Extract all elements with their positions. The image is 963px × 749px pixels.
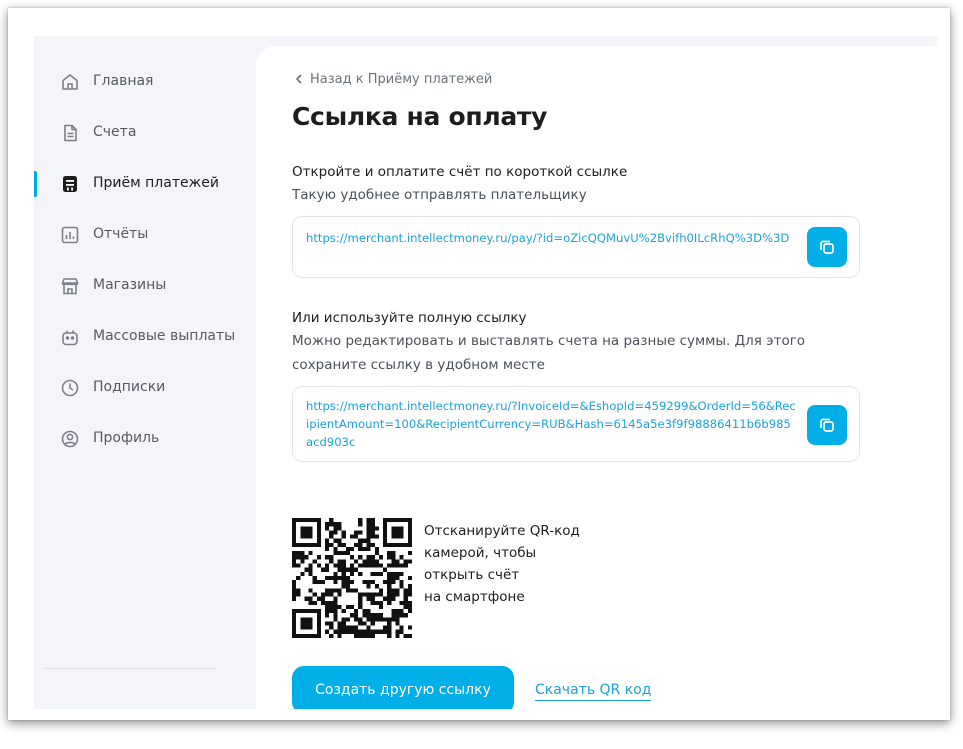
full-link-description: Можно редактировать и выставлять счета н… [292, 333, 806, 373]
chart-icon [61, 226, 79, 244]
chevron-left-icon [296, 74, 302, 84]
qr-caption: Отсканируйте QR-код камерой, чтобы откры… [424, 520, 580, 608]
profile-icon [61, 430, 79, 448]
sidebar-item-payments[interactable]: Приём платежей [34, 169, 256, 199]
sidebar-item-label: Подписки [93, 379, 166, 395]
full-link-title: Или используйте полную ссылку [292, 310, 527, 326]
sidebar-item-home[interactable]: Главная [34, 67, 256, 97]
sidebar-divider [44, 668, 216, 669]
back-link-label: Назад к Приёму платежей [310, 71, 493, 87]
screenshot-frame: Главная Счета Приём платежей Отчёты Мага… [8, 8, 950, 720]
sidebar-item-label: Приём платежей [93, 175, 219, 191]
main-content: Назад к Приёму платежей Ссылка на оплату… [256, 46, 937, 709]
sidebar-item-label: Массовые выплаты [93, 328, 236, 344]
qr-caption-line: камерой, чтобы [424, 545, 537, 561]
sidebar: Главная Счета Приём платежей Отчёты Мага… [34, 36, 256, 709]
store-icon [61, 278, 79, 295]
create-link-button[interactable]: Создать другую ссылку [292, 666, 514, 709]
sidebar-item-label: Главная [93, 73, 154, 89]
mass-payout-icon [62, 330, 78, 346]
copy-icon [820, 418, 834, 432]
sidebar-item-label: Профиль [93, 430, 160, 446]
sidebar-item-profile[interactable]: Профиль [34, 424, 256, 454]
short-link-url[interactable]: https://merchant.intellectmoney.ru/pay/?… [306, 229, 796, 247]
app-window: Главная Счета Приём платежей Отчёты Мага… [34, 36, 937, 709]
short-link-box: https://merchant.intellectmoney.ru/pay/?… [292, 216, 860, 278]
copy-icon [820, 240, 834, 254]
download-qr-link[interactable]: Скачать QR код [535, 682, 652, 701]
sidebar-item-invoices[interactable]: Счета [34, 118, 256, 148]
sidebar-item-label: Магазины [93, 277, 167, 293]
short-link-description: Такую удобнее отправлять плательщику [292, 187, 587, 203]
sidebar-item-label: Отчёты [93, 226, 149, 242]
qr-caption-line: на смартфоне [424, 589, 525, 605]
copy-short-link-button[interactable] [807, 227, 847, 267]
qr-code-image [292, 518, 412, 638]
qr-modules [292, 518, 412, 638]
document-icon [64, 124, 77, 142]
sidebar-item-stores[interactable]: Магазины [34, 271, 256, 301]
qr-caption-line: Отсканируйте QR-код [424, 523, 580, 539]
short-link-title: Откройте и оплатите счёт по короткой ссы… [292, 164, 628, 180]
home-icon [62, 74, 78, 90]
full-link-url[interactable]: https://merchant.intellectmoney.ru/?Invo… [306, 397, 796, 451]
sidebar-item-mass-payouts[interactable]: Массовые выплаты [34, 322, 256, 352]
payments-icon [63, 176, 77, 192]
sidebar-item-label: Счета [93, 124, 137, 140]
sidebar-item-subscriptions[interactable]: Подписки [34, 373, 256, 403]
back-link[interactable]: Назад к Приёму платежей [292, 70, 492, 88]
full-link-box: https://merchant.intellectmoney.ru/?Invo… [292, 386, 860, 462]
qr-caption-line: открыть счёт [424, 567, 520, 583]
copy-full-link-button[interactable] [807, 405, 847, 445]
page-title: Ссылка на оплату [292, 102, 548, 131]
sidebar-item-reports[interactable]: Отчёты [34, 220, 256, 250]
clock-icon [61, 379, 79, 397]
